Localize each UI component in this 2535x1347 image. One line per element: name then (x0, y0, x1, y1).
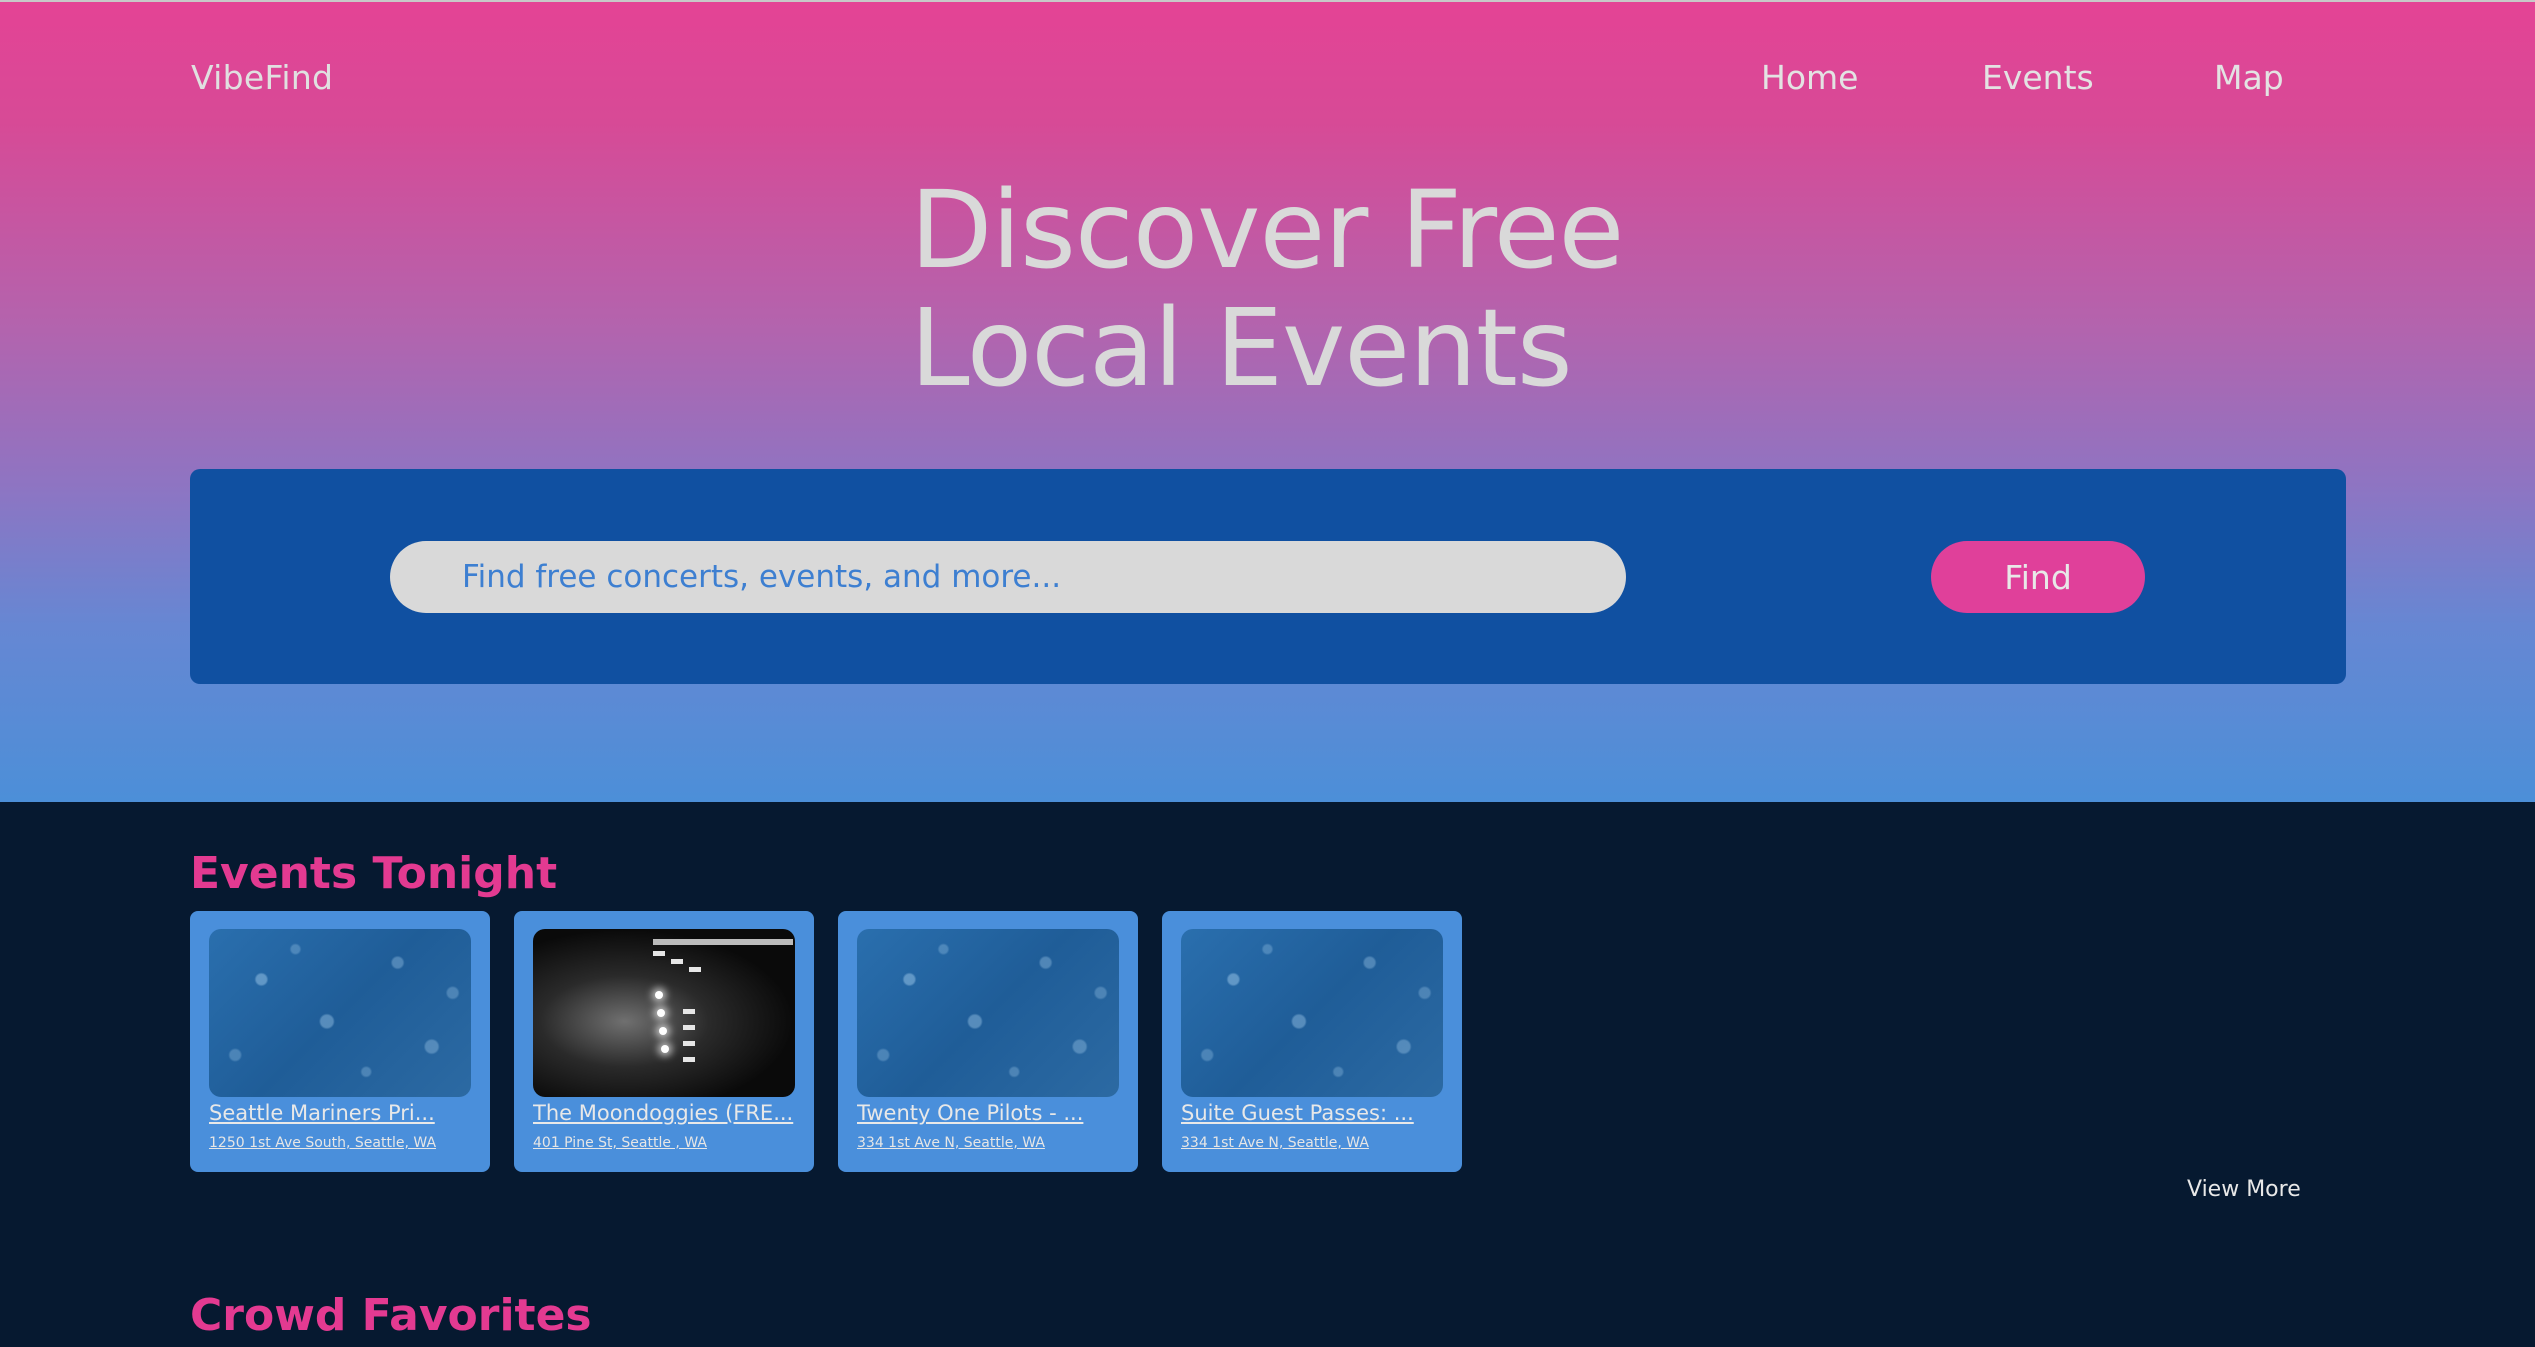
event-card[interactable]: Suite Guest Passes: ... 334 1st Ave N, S… (1162, 911, 1462, 1172)
nav-events[interactable]: Events (1982, 58, 2094, 97)
search-input[interactable] (390, 541, 1626, 613)
event-title-link[interactable]: Twenty One Pilots - ... (857, 1101, 1119, 1125)
event-title-link[interactable]: Suite Guest Passes: ... (1181, 1101, 1443, 1125)
hero-title-line1: Discover Free (910, 169, 1624, 293)
hero-title-line2: Local Events (910, 287, 1573, 411)
event-image (209, 929, 471, 1097)
event-card[interactable]: The Moondoggies (FRE... 401 Pine St, Sea… (514, 911, 814, 1172)
event-address-link[interactable]: 334 1st Ave N, Seattle, WA (1181, 1135, 1443, 1151)
event-card[interactable]: Seattle Mariners Pri... 1250 1st Ave Sou… (190, 911, 490, 1172)
event-image (1181, 929, 1443, 1097)
event-address-link[interactable]: 401 Pine St, Seattle , WA (533, 1135, 795, 1151)
nav-home[interactable]: Home (1761, 58, 1858, 97)
event-image (857, 929, 1119, 1097)
event-title-link[interactable]: Seattle Mariners Pri... (209, 1101, 471, 1125)
find-button[interactable]: Find (1931, 541, 2145, 613)
event-image (533, 929, 795, 1097)
nav-map[interactable]: Map (2214, 58, 2284, 97)
hero-title: Discover Free Local Events (910, 172, 1810, 408)
events-tonight-heading: Events Tonight (190, 848, 558, 899)
hero-section: VibeFind Home Events Map Discover Free L… (0, 0, 2535, 802)
event-address-link[interactable]: 334 1st Ave N, Seattle, WA (857, 1135, 1119, 1151)
crowd-favorites-heading: Crowd Favorites (190, 1290, 592, 1341)
view-more-link[interactable]: View More (2187, 1177, 2301, 1202)
event-card[interactable]: Twenty One Pilots - ... 334 1st Ave N, S… (838, 911, 1138, 1172)
brand-logo[interactable]: VibeFind (191, 58, 333, 97)
event-title-link[interactable]: The Moondoggies (FRE... (533, 1101, 795, 1125)
event-address-link[interactable]: 1250 1st Ave South, Seattle, WA (209, 1135, 471, 1151)
